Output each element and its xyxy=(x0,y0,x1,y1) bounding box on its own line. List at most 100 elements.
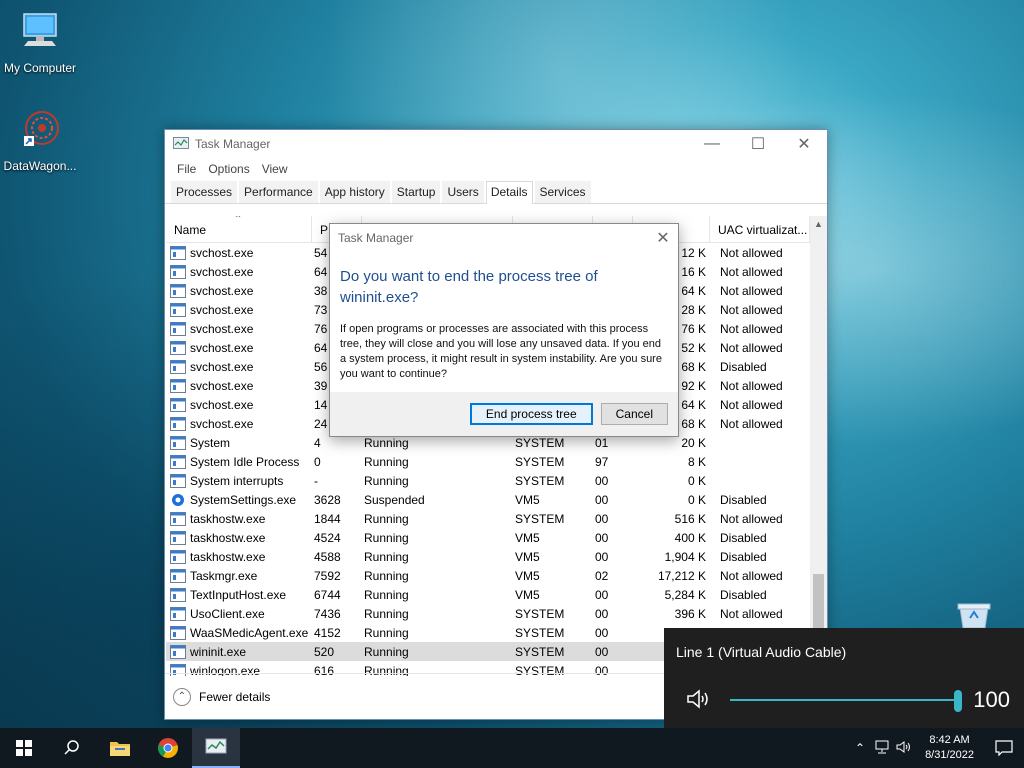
dialog-title-bar[interactable]: Task Manager ✕ xyxy=(330,224,678,252)
cell-user: SYSTEM xyxy=(515,606,565,621)
volume-level: 100 xyxy=(973,687,1010,712)
taskbar: ⌃ 8:42 AM 8/31/2022 xyxy=(0,728,1024,768)
cell-user: SYSTEM xyxy=(515,473,565,488)
cell-mem: 1,904 K xyxy=(664,549,706,564)
process-icon xyxy=(170,264,186,279)
table-row[interactable]: TextInputHost.exe 6744 Running VM5 00 5,284 K… xyxy=(166,585,827,604)
cell-mem: 20 K xyxy=(681,435,706,450)
cell-cpu: 00 xyxy=(595,473,609,488)
end-process-tree-button[interactable]: End process tree xyxy=(469,403,593,425)
process-name: svchost.exe xyxy=(190,302,254,317)
table-row[interactable]: taskhostw.exe 4524 Running VM5 00 400 K Disabl… xyxy=(166,528,827,547)
minimize-button[interactable]: — xyxy=(689,130,735,158)
chrome-button[interactable] xyxy=(144,728,192,768)
cell-user: SYSTEM xyxy=(515,435,565,450)
process-name: svchost.exe xyxy=(190,264,254,279)
process-name-cell: svchost.exe xyxy=(166,264,312,279)
show-hidden-icons-icon[interactable]: ⌃ xyxy=(849,741,871,755)
volume-tray-icon[interactable] xyxy=(893,740,915,757)
start-button[interactable] xyxy=(0,728,48,768)
audio-device-name[interactable]: Line 1 (Virtual Audio Cable) xyxy=(676,644,846,660)
cell-uac: Not allowed xyxy=(720,378,783,393)
recycle-bin-icon[interactable] xyxy=(954,602,994,628)
desktop-icon-my-computer[interactable]: My Computer xyxy=(0,10,80,75)
scroll-up-icon[interactable]: ▲ xyxy=(810,216,827,233)
cell-uac: Not allowed xyxy=(720,340,783,355)
maximize-button[interactable]: ☐ xyxy=(735,130,781,158)
menu-options[interactable]: Options xyxy=(202,162,255,176)
process-name: TextInputHost.exe xyxy=(190,587,287,602)
process-name-cell: WaaSMedicAgent.exe xyxy=(166,625,312,640)
volume-slider-track[interactable] xyxy=(730,699,958,701)
table-row[interactable]: taskhostw.exe 1844 Running SYSTEM 00 516 K Not… xyxy=(166,509,827,528)
menu-bar: File Options View xyxy=(165,158,827,180)
clock[interactable]: 8:42 AM 8/31/2022 xyxy=(915,733,984,763)
process-name: taskhostw.exe xyxy=(190,530,266,545)
close-button[interactable]: ✕ xyxy=(781,130,827,158)
menu-view[interactable]: View xyxy=(256,162,294,176)
process-name-cell: taskhostw.exe xyxy=(166,549,312,564)
process-icon xyxy=(170,340,186,355)
action-center-button[interactable] xyxy=(984,740,1024,756)
system-tray: ⌃ 8:42 AM 8/31/2022 xyxy=(849,728,1024,768)
cell-pid: - xyxy=(314,473,318,488)
clock-date: 8/31/2022 xyxy=(925,749,974,761)
cell-user: VM5 xyxy=(515,492,540,507)
tab-performance[interactable]: Performance xyxy=(239,181,318,203)
process-icon xyxy=(170,321,186,336)
table-row[interactable]: taskhostw.exe 4588 Running VM5 00 1,904 K Disa… xyxy=(166,547,827,566)
column-header-uac[interactable]: UAC virtualizat... xyxy=(710,216,810,242)
menu-file[interactable]: File xyxy=(171,162,202,176)
cell-cpu: 00 xyxy=(595,530,609,545)
cancel-button[interactable]: Cancel xyxy=(600,403,668,425)
network-icon[interactable] xyxy=(871,740,893,757)
cell-status: Running xyxy=(364,530,409,545)
task-manager-taskbar-button[interactable] xyxy=(192,728,240,768)
cell-status: Running xyxy=(364,473,409,488)
tab-users[interactable]: Users xyxy=(442,181,484,203)
table-row[interactable]: SystemSettings.exe 3628 Suspended VM5 00 0 K D… xyxy=(166,490,827,509)
cell-uac: Not allowed xyxy=(720,283,783,298)
tab-app-history[interactable]: App history xyxy=(319,181,390,203)
fewer-details-label: Fewer details xyxy=(199,689,271,704)
cell-cpu: 00 xyxy=(595,492,609,507)
table-row[interactable]: System Idle Process 0 Running SYSTEM 97 8 K xyxy=(166,452,827,471)
tab-details[interactable]: Details xyxy=(485,181,533,204)
monitor-icon xyxy=(23,13,57,46)
end-process-tree-dialog: Task Manager ✕ Do you want to end the pr… xyxy=(329,223,679,437)
process-name: svchost.exe xyxy=(190,359,254,374)
process-name-cell: System Idle Process xyxy=(166,454,312,469)
cell-mem: 8 K xyxy=(687,454,706,469)
cell-mem: 17,212 K xyxy=(657,568,706,583)
desktop-icon-label: DataWagon... xyxy=(3,159,77,173)
volume-slider-thumb[interactable] xyxy=(954,690,962,712)
process-name: System Idle Process xyxy=(190,454,300,469)
tab-processes[interactable]: Processes xyxy=(171,181,238,203)
cell-pid: 520 xyxy=(314,644,335,659)
cell-status: Running xyxy=(364,644,409,659)
title-bar[interactable]: Task Manager — ☐ ✕ xyxy=(165,130,827,158)
table-row[interactable]: UsoClient.exe 7436 Running SYSTEM 00 396 K Not… xyxy=(166,604,827,623)
search-button[interactable] xyxy=(48,728,96,768)
cell-mem: 0 K xyxy=(687,492,706,507)
tab-startup[interactable]: Startup xyxy=(391,181,441,203)
tab-services[interactable]: Services xyxy=(534,181,591,203)
process-icon xyxy=(170,511,186,526)
speaker-icon[interactable] xyxy=(686,688,712,710)
file-explorer-button[interactable] xyxy=(96,728,144,768)
process-name: svchost.exe xyxy=(190,378,254,393)
cell-user: SYSTEM xyxy=(515,454,565,469)
table-row[interactable]: Taskmgr.exe 7592 Running VM5 02 17,212 K Not a… xyxy=(166,566,827,585)
desktop-icon-datawagon[interactable]: DataWagon... xyxy=(0,108,80,173)
cell-pid: 4524 xyxy=(314,530,341,545)
dialog-close-button[interactable]: ✕ xyxy=(648,228,678,248)
vertical-scrollbar[interactable]: ▲ xyxy=(810,216,827,676)
chrome-icon xyxy=(158,738,178,758)
process-name: System xyxy=(190,435,231,450)
process-icon xyxy=(170,530,186,545)
process-icon xyxy=(170,359,186,374)
cell-user: VM5 xyxy=(515,549,540,564)
table-row[interactable]: System interrupts - Running SYSTEM 00 0 K xyxy=(166,471,827,490)
process-name: WaaSMedicAgent.exe xyxy=(190,625,309,640)
notification-icon xyxy=(995,740,1013,756)
